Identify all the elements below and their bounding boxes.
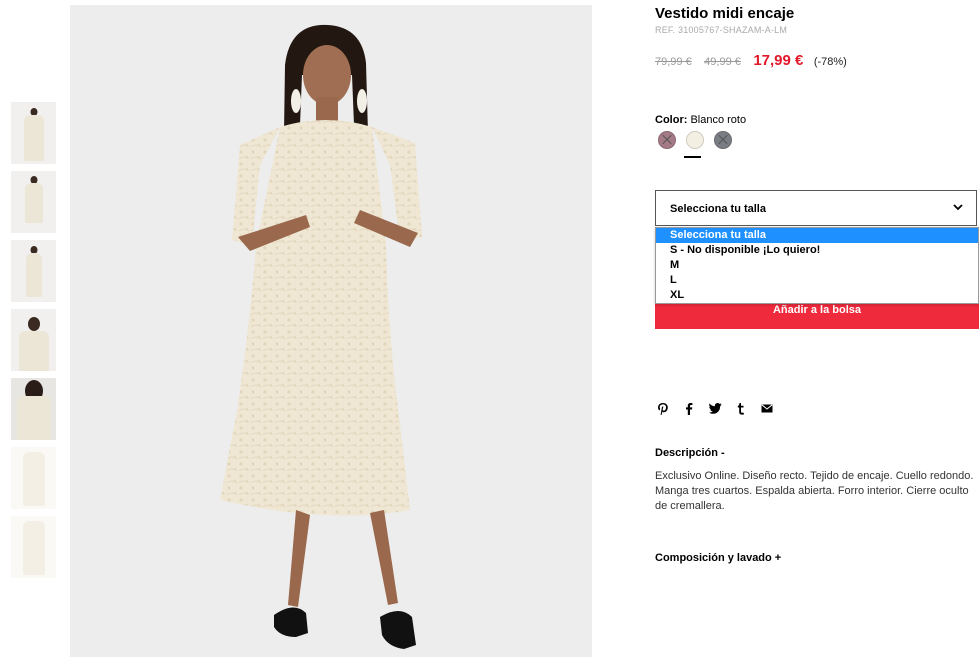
add-to-bag-button[interactable]: Añadir a la bolsa: [655, 303, 979, 329]
chevron-down-icon: [953, 204, 963, 211]
tumblr-icon[interactable]: [734, 401, 748, 416]
original-price: 79,99 €: [655, 56, 692, 68]
size-option-m[interactable]: M: [656, 258, 978, 273]
price-row: 79,99 € 49,99 € 17,99 € (-78%): [655, 52, 847, 70]
selected-color: Blanco roto: [690, 114, 747, 126]
thumbnail-7[interactable]: [11, 516, 56, 578]
thumbnail-2[interactable]: [11, 171, 56, 233]
previous-price: 49,99 €: [704, 56, 741, 68]
color-label-row: Color: Blanco roto: [655, 114, 746, 126]
discount-badge: (-78%): [813, 56, 847, 68]
size-option-placeholder[interactable]: Selecciona tu talla: [656, 228, 978, 243]
thumbnail-3[interactable]: [11, 240, 56, 302]
thumbnail-5[interactable]: [11, 378, 56, 440]
email-icon[interactable]: [760, 401, 774, 416]
twitter-icon[interactable]: [708, 401, 722, 416]
product-main-image: [70, 5, 592, 657]
size-select-label: Selecciona tu talla: [670, 203, 766, 215]
facebook-icon[interactable]: [682, 401, 696, 416]
size-select[interactable]: Selecciona tu talla: [655, 190, 977, 226]
product-title: Vestido midi encaje: [655, 5, 795, 22]
description-text: Exclusivo Online. Diseño recto. Tejido d…: [655, 470, 974, 512]
product-reference: REF. 31005767-SHAZAM-A-LM: [655, 25, 788, 35]
size-option-l[interactable]: L: [656, 273, 978, 288]
thumbnail-6[interactable]: [11, 447, 56, 509]
thumbnail-4[interactable]: [11, 309, 56, 371]
composition-heading[interactable]: Composición y lavado +: [655, 552, 781, 564]
thumbnail-1[interactable]: [11, 102, 56, 164]
color-swatch-gris[interactable]: [714, 131, 732, 149]
sale-price: 17,99 €: [753, 52, 804, 69]
color-swatch-rosa[interactable]: [658, 131, 676, 149]
size-option-xl[interactable]: XL: [656, 288, 978, 303]
model-dress-illustration: [220, 24, 422, 649]
color-swatch-blanco-roto[interactable]: [686, 131, 704, 149]
description-heading[interactable]: Descripción -: [655, 447, 725, 459]
selected-swatch-indicator: [684, 156, 701, 158]
pinterest-icon[interactable]: [656, 401, 670, 416]
thumbnail-strip: [11, 102, 56, 585]
color-label: Color:: [655, 114, 688, 126]
size-dropdown-list: Selecciona tu talla S - No disponible ¡L…: [655, 227, 979, 304]
color-swatches: [658, 131, 732, 149]
share-icons-row: [656, 401, 774, 416]
size-option-s[interactable]: S - No disponible ¡Lo quiero!: [656, 243, 978, 258]
